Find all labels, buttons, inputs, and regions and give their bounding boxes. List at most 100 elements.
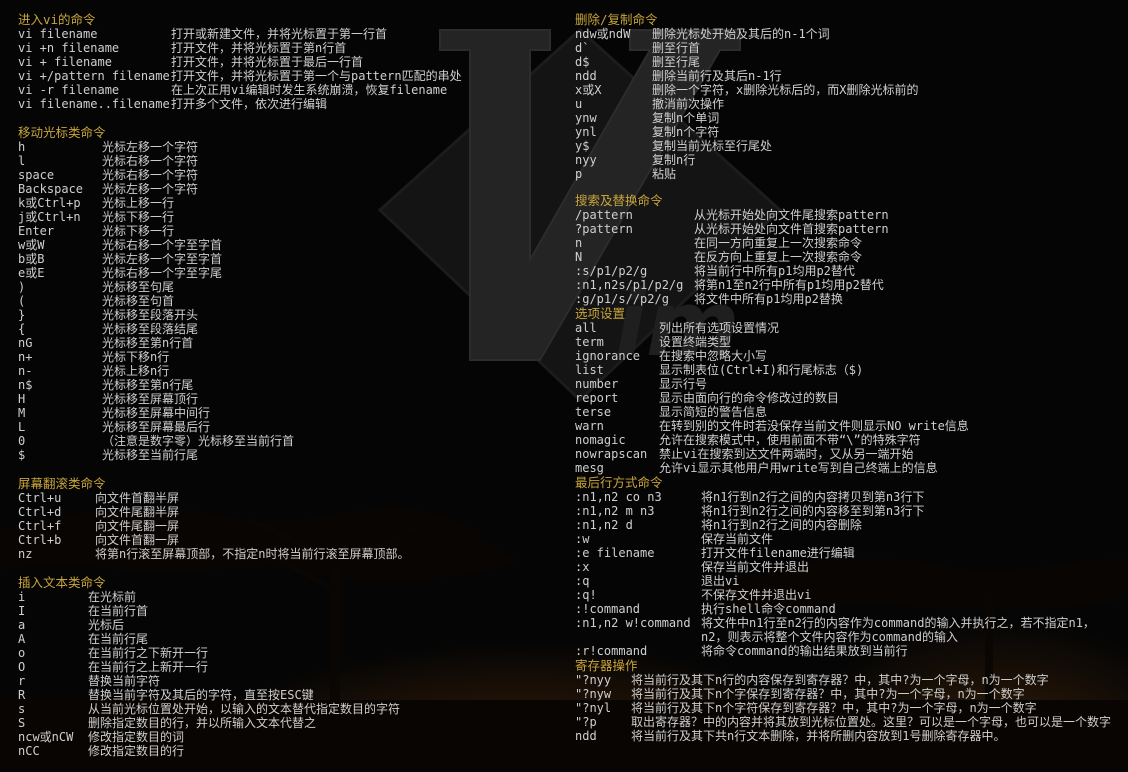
command-row: all 列出所有选项设置情况 bbox=[575, 321, 1120, 335]
command-key: o bbox=[18, 646, 26, 660]
command-key: nyy bbox=[575, 153, 597, 167]
command-description: 在转到别的文件时若没保存当前文件则显示NO write信息 bbox=[659, 419, 969, 433]
command-key: ynl bbox=[575, 125, 597, 139]
scroll-section: 屏幕翻滚类命令 Ctrl+u 向文件首翻半屏 Ctrl+d 向文件尾翻半屏 Ctrl+f… bbox=[18, 476, 558, 561]
command-row: report 显示由面向行的命令修改过的数目 bbox=[575, 391, 1120, 405]
command-key: l bbox=[18, 154, 26, 168]
command-row: :n1,n2s/p1/p2/g 将第n1至n2行中所有p1均用p2替代 bbox=[575, 278, 1120, 292]
command-key: term bbox=[575, 335, 604, 349]
command-description: 复制n个单词 bbox=[652, 111, 720, 125]
command-key: Enter bbox=[18, 224, 55, 238]
command-description: 光标左移一个字至字首 bbox=[102, 252, 223, 266]
command-description: 显示行号 bbox=[659, 377, 708, 391]
command-key: d$ bbox=[575, 55, 590, 69]
command-row: nz 将第n行滚至屏幕顶部，不指定n时将当前行滚至屏幕顶部。 bbox=[18, 547, 558, 561]
command-key: Backspace bbox=[18, 182, 84, 196]
command-key: vi + filename bbox=[18, 55, 112, 69]
command-description: 退出vi bbox=[701, 574, 740, 588]
command-key: i bbox=[18, 590, 26, 604]
command-key: O bbox=[18, 660, 26, 674]
command-key: j或Ctrl+n bbox=[18, 210, 81, 224]
command-key: nowrapscan bbox=[575, 447, 648, 461]
command-row: h 光标左移一个字符 bbox=[18, 140, 558, 154]
command-description: 向文件首翻一屏 bbox=[95, 533, 180, 547]
command-row: ?pattern 从光标开始处向文件首搜索pattern bbox=[575, 222, 1120, 236]
command-description: 保存当前文件并退出 bbox=[701, 560, 810, 574]
command-row: :g/p1/s//p2/g 将文件中所有p1均用p2替换 bbox=[575, 292, 1120, 306]
command-row: term 设置终端类型 bbox=[575, 335, 1120, 349]
command-description: 删除光标处开始及其后的n-1个词 bbox=[652, 27, 830, 41]
command-description: 光标右移一个字符 bbox=[102, 168, 199, 182]
command-key: w或W bbox=[18, 238, 45, 252]
command-description: 光标下移一行 bbox=[102, 224, 175, 238]
command-key: { bbox=[18, 322, 26, 336]
command-key: I bbox=[18, 604, 26, 618]
command-row: /pattern 从光标开始处向文件尾搜索pattern bbox=[575, 208, 1120, 222]
command-description: 设置终端类型 bbox=[659, 335, 732, 349]
command-row: A 在当前行尾 bbox=[18, 632, 558, 646]
command-description: 光标移至第n行首 bbox=[102, 336, 194, 350]
command-description: 向文件尾翻半屏 bbox=[95, 505, 180, 519]
command-row: :q 退出vi bbox=[575, 574, 1120, 588]
command-description: 修改指定数目的词 bbox=[88, 730, 185, 744]
command-description: 在当前行之上新开一行 bbox=[88, 660, 209, 674]
command-description: 复制n行 bbox=[652, 153, 696, 167]
command-key: :s/p1/p2/g bbox=[575, 264, 648, 278]
command-description: 光标移至当前行尾 bbox=[102, 448, 199, 462]
command-description: 不保存文件并退出vi bbox=[701, 588, 812, 602]
command-row: e或E 光标右移一个字至字尾 bbox=[18, 266, 558, 280]
command-row: warn 在转到别的文件时若没保存当前文件则显示NO write信息 bbox=[575, 419, 1120, 433]
command-description: 打开文件filename进行编辑 bbox=[701, 546, 855, 560]
register-section: 寄存器操作 "?nyy 将当前行及其下n行的内容保存到寄存器？中，其中?为一个字母… bbox=[575, 658, 1120, 743]
command-description: 允许vi显示其他用户用write写到自己终端上的信息 bbox=[659, 461, 938, 475]
command-key: :q bbox=[575, 574, 590, 588]
command-description: 删至行首 bbox=[652, 41, 701, 55]
command-description: 在当前行之下新开一行 bbox=[88, 646, 209, 660]
command-row: :n1,n2 w!command 将文件中n1行至n2行的内容作为command的… bbox=[575, 616, 1120, 644]
command-description: 复制n个字符 bbox=[652, 125, 720, 139]
command-row: ndd 将当前行及其下共n行文本删除，并将所删内容放到1号删除寄存器中。 bbox=[575, 729, 1120, 743]
command-key: :n1,n2 d bbox=[575, 518, 633, 532]
command-description: 在反方向上重复上一次搜索命令 bbox=[694, 250, 863, 264]
command-row: n$ 光标移至第n行尾 bbox=[18, 378, 558, 392]
command-row: n- 光标上移n行 bbox=[18, 364, 558, 378]
command-key: :n1,n2s/p1/p2/g bbox=[575, 278, 684, 292]
options-section: 选项设置 all 列出所有选项设置情况 term 设置终端类型 ignorance 在搜索… bbox=[575, 306, 1120, 475]
command-description: 光标后 bbox=[88, 618, 125, 632]
command-row: s 从当前光标位置处开始，以输入的文本替代指定数目的字符 bbox=[18, 702, 558, 716]
command-key: mesg bbox=[575, 461, 604, 475]
command-row: Ctrl+b 向文件首翻一屏 bbox=[18, 533, 558, 547]
command-key: nCC bbox=[18, 744, 40, 758]
command-key: vi +n filename bbox=[18, 41, 120, 55]
command-row: ) 光标移至句尾 bbox=[18, 280, 558, 294]
command-key: S bbox=[18, 716, 26, 730]
command-row: x或X 删除一个字符，x删除光标后的，而X删除光标前的 bbox=[575, 83, 1120, 97]
command-row: :x 保存当前文件并退出 bbox=[575, 560, 1120, 574]
command-key: /pattern bbox=[575, 208, 633, 222]
command-key: n$ bbox=[18, 378, 33, 392]
command-description: 光标下移n行 bbox=[102, 350, 170, 364]
command-key: x或X bbox=[575, 83, 602, 97]
command-row: H 光标移至屏幕顶行 bbox=[18, 392, 558, 406]
command-row: Backspace 光标左移一个字符 bbox=[18, 182, 558, 196]
command-row: r 替换当前字符 bbox=[18, 674, 558, 688]
command-description: 向文件尾翻一屏 bbox=[95, 519, 180, 533]
command-key: ndd bbox=[575, 69, 597, 83]
command-key: 0 bbox=[18, 434, 26, 448]
command-key: "?nyy bbox=[575, 673, 612, 687]
command-description: 在当前行首 bbox=[88, 604, 149, 618]
command-description: 将n1行到n2行之间的内容拷贝到第n3行下 bbox=[701, 490, 925, 504]
command-key: vi filename bbox=[18, 27, 98, 41]
command-key: d` bbox=[575, 41, 590, 55]
command-row: vi + filename 打开文件，并将光标置于最后一行首 bbox=[18, 55, 558, 69]
command-key: r bbox=[18, 674, 26, 688]
command-row: list 显示制表位(Ctrl+I)和行尾标志（$) bbox=[575, 363, 1120, 377]
command-description: 光标下移一行 bbox=[102, 210, 175, 224]
command-description: 在同一方向重复上一次搜索命令 bbox=[694, 236, 863, 250]
command-description: 将当前行及其下共n行文本删除，并将所删内容放到1号删除寄存器中。 bbox=[631, 729, 1006, 743]
command-row: d` 删至行首 bbox=[575, 41, 1120, 55]
command-key: ncw或nCW bbox=[18, 730, 74, 744]
command-key: L bbox=[18, 420, 26, 434]
command-key: A bbox=[18, 632, 26, 646]
command-description: 光标移至段落结尾 bbox=[102, 322, 199, 336]
